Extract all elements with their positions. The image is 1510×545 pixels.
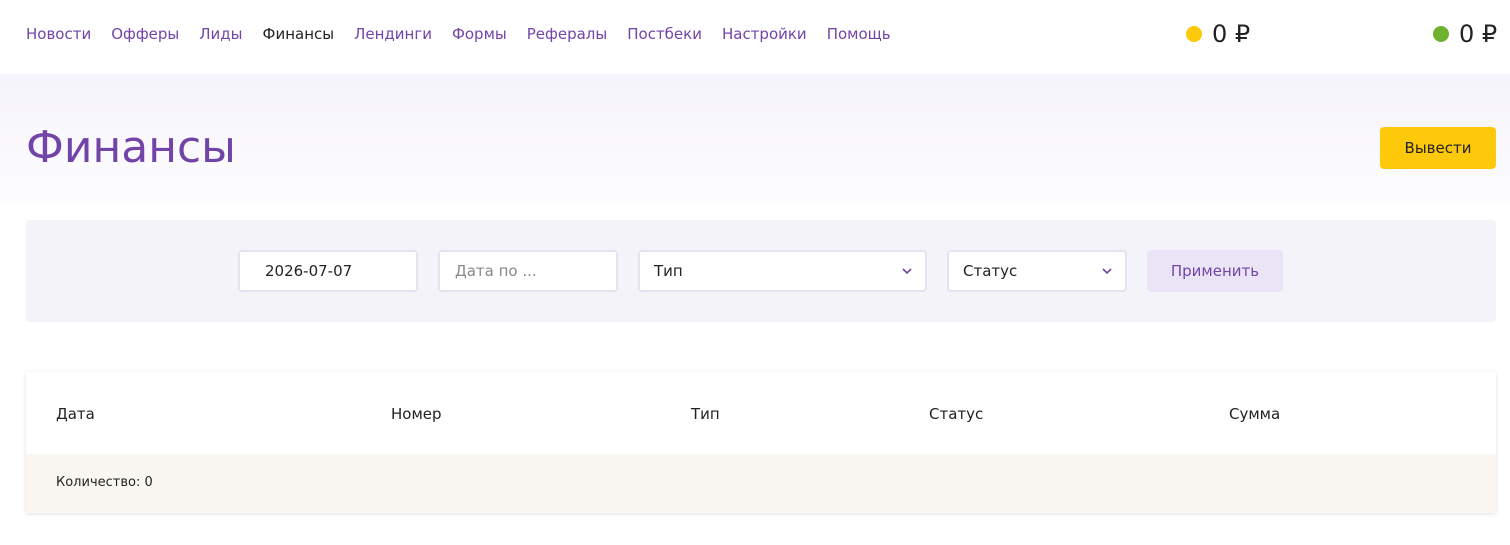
green-dot-icon [1433, 26, 1449, 42]
date-to-input[interactable]: Дата по ... [438, 250, 618, 292]
nav-item-settings[interactable]: Настройки [722, 24, 807, 44]
nav-item-postbacks[interactable]: Постбеки [627, 24, 702, 44]
withdraw-button[interactable]: Вывести [1380, 127, 1496, 169]
column-header-type[interactable]: Тип [691, 404, 720, 424]
date-from-value: 2026-07-07 [265, 262, 353, 280]
row-count: Количество: 0 [56, 475, 153, 490]
page-title: Финансы [26, 122, 236, 173]
date-to-placeholder: Дата по ... [455, 262, 537, 280]
column-header-amount[interactable]: Сумма [1229, 404, 1280, 424]
nav-item-offers[interactable]: Офферы [111, 24, 179, 44]
type-select[interactable]: Тип [638, 250, 927, 292]
date-from-input[interactable]: 2026-07-07 [238, 250, 418, 292]
column-header-status[interactable]: Статус [929, 404, 983, 424]
nav-item-referrals[interactable]: Рефералы [527, 24, 607, 44]
type-select-value: Тип [654, 262, 683, 280]
nav-item-leads[interactable]: Лиды [199, 24, 242, 44]
chevron-down-icon [902, 268, 912, 275]
balance-hold[interactable]: 0 ₽ [1186, 20, 1250, 48]
yellow-dot-icon [1186, 26, 1202, 42]
status-select[interactable]: Статус [947, 250, 1127, 292]
column-header-number[interactable]: Номер [391, 404, 442, 424]
nav-item-forms[interactable]: Формы [452, 24, 507, 44]
filter-panel: 2026-07-07 Дата по ... Тип Статус Примен… [26, 220, 1496, 322]
balance-available[interactable]: 0 ₽ [1433, 20, 1497, 48]
table-footer: Количество: 0 [26, 454, 1496, 513]
column-header-date[interactable]: Дата [56, 404, 95, 424]
nav-item-finance[interactable]: Финансы [263, 24, 335, 44]
status-select-value: Статус [963, 262, 1018, 280]
finance-table: Дата Номер Тип Статус Сумма Количество: … [26, 372, 1496, 513]
nav-item-landings[interactable]: Лендинги [354, 24, 432, 44]
nav-item-news[interactable]: Новости [26, 24, 91, 44]
nav-item-help[interactable]: Помощь [827, 24, 891, 44]
chevron-down-icon [1102, 268, 1112, 275]
main-nav: Новости Офферы Лиды Финансы Лендинги Фор… [26, 24, 911, 44]
top-bar: Новости Офферы Лиды Финансы Лендинги Фор… [0, 0, 1510, 74]
apply-button[interactable]: Применить [1147, 250, 1283, 292]
balance-hold-value: 0 ₽ [1212, 20, 1251, 48]
balance-available-value: 0 ₽ [1459, 20, 1498, 48]
